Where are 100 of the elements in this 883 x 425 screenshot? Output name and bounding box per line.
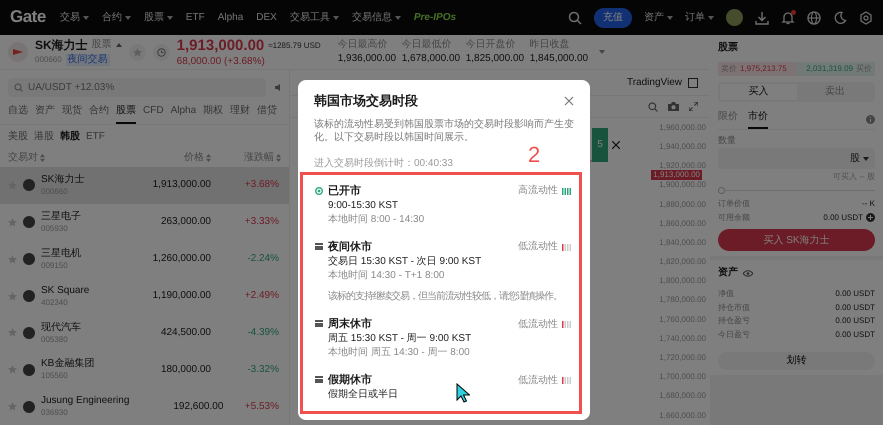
nav-link[interactable]: ETF [186, 12, 205, 24]
nav-menu[interactable]: 交易信息 [352, 12, 401, 24]
column-header[interactable]: 涨跌幅 [211, 152, 281, 164]
moon-icon[interactable] [833, 10, 847, 24]
change-cell-text: -4.39% [246, 326, 279, 339]
close-icon[interactable] [564, 96, 574, 106]
summary-value: 0.00 USDT [823, 212, 863, 222]
stock-logo [23, 253, 35, 266]
buy-button[interactable]: 买入 SK海力士 [718, 229, 875, 252]
market-tab[interactable]: 资产 [35, 105, 55, 124]
nav-menu[interactable]: 合约 [102, 12, 131, 24]
summary-value: -- K [862, 198, 875, 209]
stat-value: 1,936,000.00 [338, 53, 398, 65]
avatar[interactable] [726, 9, 743, 26]
region-tab[interactable]: 韩股 [60, 131, 80, 143]
session-time: 周五 15:30 KST - 周一 9:00 KST [328, 333, 472, 346]
unit-select[interactable]: 股 [850, 152, 860, 165]
liquidity-label: 低流动性 [518, 318, 558, 331]
region-tab[interactable]: 美股 [8, 131, 28, 143]
change-cell-text: +2.49% [244, 290, 279, 302]
search-field[interactable]: UA/USDT +12.03% [8, 78, 266, 97]
change-cell-text: -3.32% [246, 364, 279, 376]
star-icon[interactable] [8, 365, 17, 374]
stat-value: 1,845,000.00 [530, 53, 590, 65]
usd-price: ≈1285.79 USD [268, 40, 321, 50]
nav-link[interactable]: Pre-IPOs [414, 12, 456, 24]
region-tab[interactable]: ETF [86, 131, 105, 143]
search-icon[interactable] [568, 10, 582, 24]
info-icon[interactable] [866, 114, 875, 124]
caret-icon [394, 16, 401, 20]
column-header[interactable]: 价格 [91, 152, 211, 164]
order-type-tab[interactable]: 限价 [718, 110, 738, 129]
market-tab[interactable]: 合约 [89, 105, 109, 124]
stock-name: SK海力士 [41, 174, 84, 186]
market-tab[interactable]: 自选 [8, 105, 28, 124]
nav-menu[interactable]: 股票 [144, 12, 173, 24]
logo[interactable]: Gate [10, 7, 46, 28]
market-tab[interactable]: 现货 [62, 105, 82, 124]
slider-thumb[interactable] [718, 186, 725, 194]
close-icon[interactable] [612, 141, 620, 149]
expand-icon[interactable] [689, 102, 698, 111]
market-tab[interactable]: 理财 [230, 105, 250, 124]
clock-icon [156, 48, 166, 56]
camera-icon[interactable] [668, 102, 679, 111]
side-tab[interactable]: 买入 [720, 84, 796, 100]
region-tab[interactable]: 港股 [34, 131, 54, 143]
download-icon[interactable] [755, 10, 769, 24]
stock-name: KB金融集团 [41, 358, 94, 370]
star-icon[interactable] [8, 328, 17, 338]
nav-menu[interactable]: 交易工具 [290, 12, 339, 24]
liquidity-label: 高流动性 [518, 185, 558, 198]
change-cell-text: -2.24% [246, 253, 279, 266]
nav-link[interactable]: DEX [256, 12, 277, 24]
stock-logo [23, 326, 35, 339]
transfer-button[interactable]: 划转 [718, 352, 875, 370]
bell-icon[interactable] [781, 10, 795, 24]
deposit-button[interactable]: 充值 [594, 8, 632, 28]
market-tab[interactable]: 期权 [203, 105, 224, 124]
caret-icon [708, 16, 714, 20]
sound-icon[interactable] [274, 83, 283, 92]
nav-link[interactable]: Alpha [218, 12, 244, 24]
star-icon[interactable] [8, 218, 17, 227]
star-icon[interactable] [8, 292, 17, 300]
market-tab[interactable]: 股票 [116, 105, 136, 124]
logo-mark-icon [13, 49, 23, 55]
add-icon[interactable] [866, 212, 875, 222]
star-icon [132, 48, 142, 56]
stock-name: Jusung Engineering [41, 395, 130, 408]
session-tag: 夜间交易 [66, 54, 110, 66]
history-button[interactable] [152, 44, 170, 60]
order-type-tab[interactable]: 市价 [748, 110, 768, 129]
caret-icon [667, 16, 673, 20]
market-tab[interactable]: CFD [143, 105, 164, 124]
calendar-icon [315, 376, 323, 384]
calendar-icon [315, 242, 323, 250]
nav-menu[interactable]: 交易 [60, 12, 89, 24]
eye-icon[interactable] [743, 270, 753, 277]
market-tab[interactable]: 借贷 [257, 105, 278, 124]
star-icon[interactable] [8, 254, 17, 264]
slider-track[interactable] [718, 186, 875, 194]
price-cell-text: 263,000.00 [160, 216, 211, 228]
search-icon[interactable] [648, 102, 658, 112]
panel-title: 股票 [718, 42, 739, 54]
settings-icon[interactable] [859, 10, 873, 24]
market-tab[interactable]: Alpha [170, 105, 196, 124]
globe-icon[interactable] [807, 10, 821, 24]
star-icon[interactable] [8, 402, 17, 412]
liquidity-bars-icon [562, 188, 571, 195]
stat-label: 今日最低价 [402, 39, 453, 51]
caret-up-icon[interactable] [116, 43, 122, 48]
menu-button[interactable]: 订单 [685, 12, 714, 24]
asset-label: 持仓市值 [718, 302, 750, 312]
liquidity-bars-icon [562, 321, 571, 328]
quantity-field[interactable]: 股 [718, 148, 875, 170]
local-time: 本地时间 14:30 - T+1 8:00 [328, 270, 444, 282]
checkbox[interactable] [688, 78, 698, 88]
stat-label: 昨日收盘 [530, 39, 571, 51]
column-header[interactable]: 交易对 [8, 152, 91, 164]
price-change: 68,000.00 (+3.68%) [176, 56, 266, 68]
menu-button[interactable]: 资产 [644, 12, 673, 24]
